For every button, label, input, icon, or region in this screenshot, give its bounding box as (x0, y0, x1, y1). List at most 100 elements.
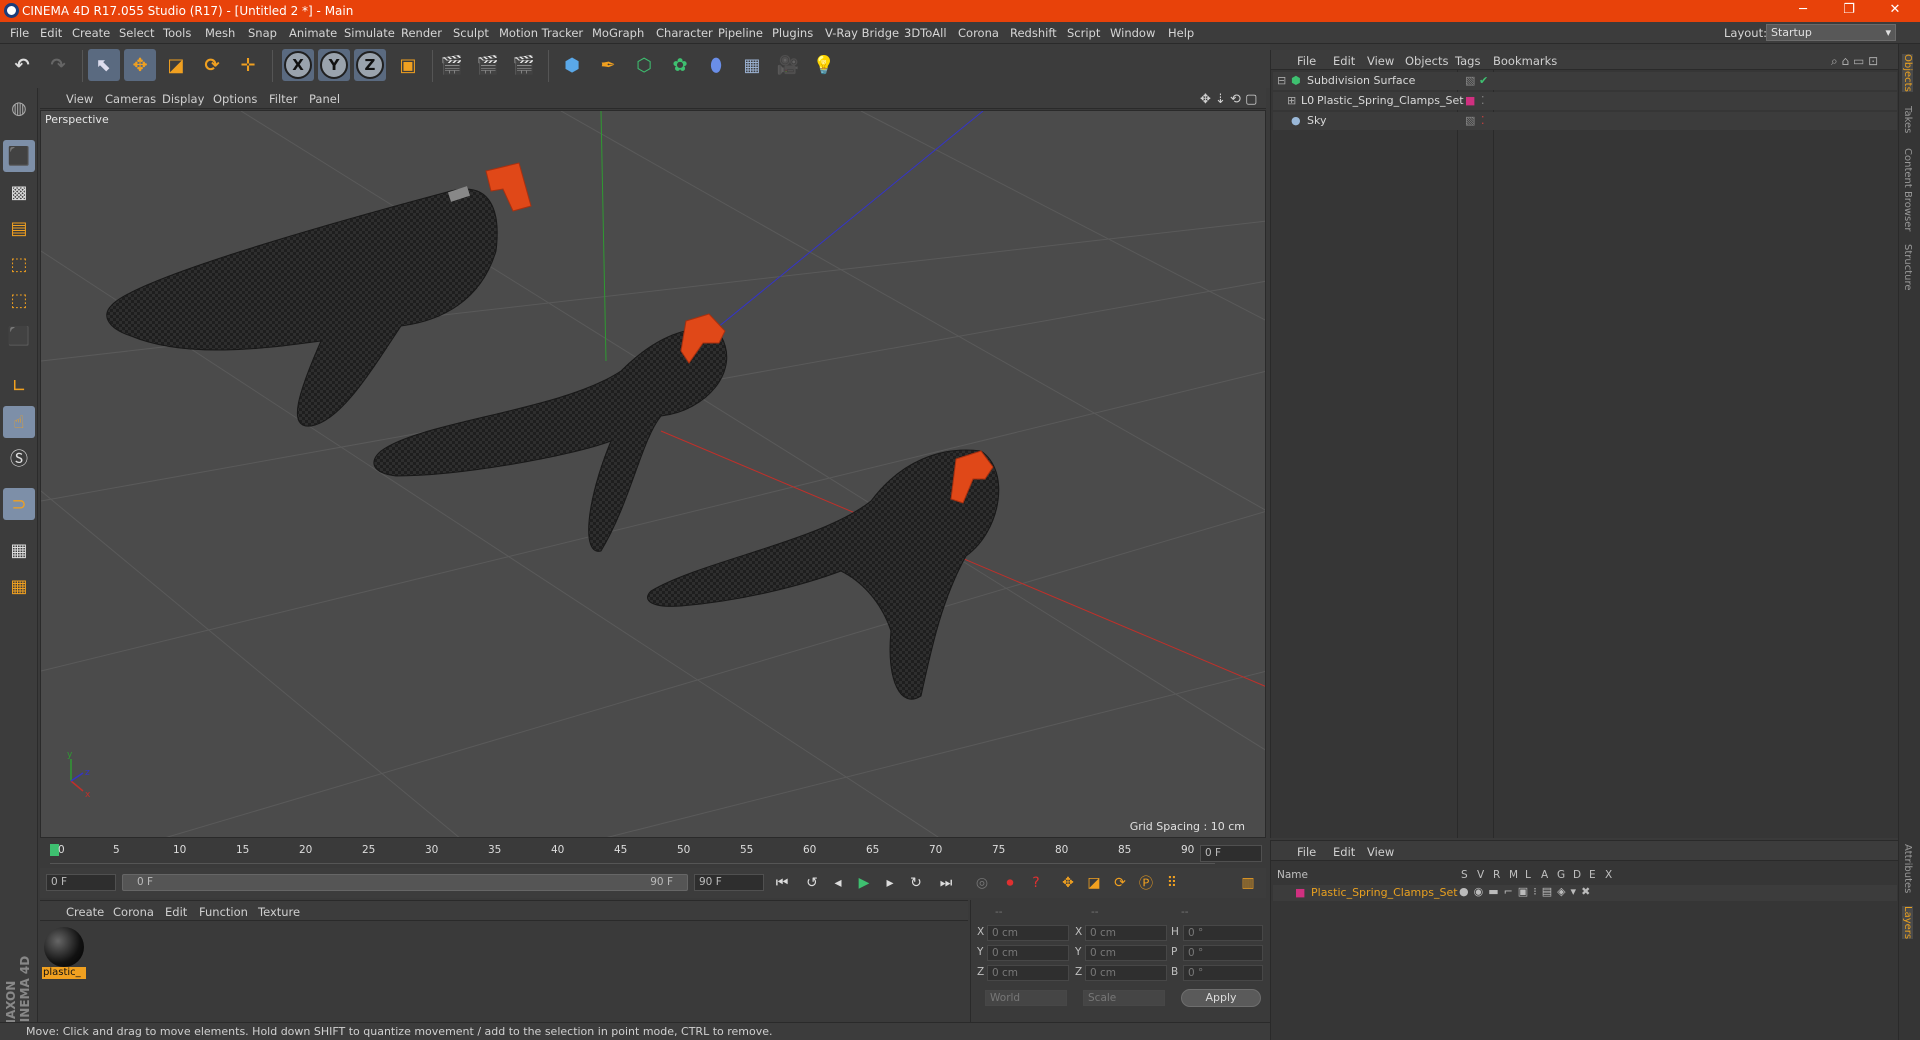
magnet-icon[interactable]: ⊃ (3, 488, 35, 520)
menu-pipeline[interactable]: Pipeline (718, 26, 763, 40)
object-search-icons[interactable]: ⌕ ⌂ ▭ ⊡ (1831, 54, 1878, 69)
material-menu-edit[interactable]: Edit (165, 905, 187, 919)
menu-render[interactable]: Render (401, 26, 442, 40)
spring-clamp-3[interactable] (647, 449, 1000, 700)
object-row-subdivision-surface[interactable]: ⊟ ⬢ Subdivision Surface ▧ ✔ (1273, 72, 1897, 90)
menu-corona[interactable]: Corona (958, 26, 999, 40)
visibility-icon[interactable]: ▧ (1465, 74, 1475, 87)
go-to-start-icon[interactable]: ⏮ (770, 872, 794, 894)
visibility-icon[interactable]: ▧ (1465, 114, 1475, 127)
autokey-icon[interactable]: ? (1024, 872, 1048, 894)
material-menu-corona[interactable]: Corona (113, 905, 154, 919)
play-icon[interactable]: ▶ (852, 872, 876, 894)
prev-key-icon[interactable]: ↺ (800, 872, 824, 894)
menu-mesh[interactable]: Mesh (205, 26, 235, 40)
timeline-ruler[interactable]: 0 5 10 15 20 25 30 35 40 45 50 55 60 65 … (40, 842, 1266, 866)
key-rotation-icon[interactable]: ⟳ (1108, 872, 1132, 894)
object-menu-bookmarks[interactable]: Bookmarks (1493, 54, 1557, 68)
polygons-mode-icon[interactable]: ⬛ (3, 320, 35, 352)
visibility-dots-icon[interactable]: ⁚ (1481, 94, 1485, 107)
menu-help[interactable]: Help (1168, 26, 1194, 40)
light-icon[interactable]: 💡 (808, 49, 840, 81)
axis-mode-icon[interactable]: ∟ (3, 370, 35, 402)
menu-sculpt[interactable]: Sculpt (453, 26, 489, 40)
menu-edit[interactable]: Edit (40, 26, 62, 40)
menu-character[interactable]: Character (656, 26, 713, 40)
viewport-menu-view[interactable]: View (66, 92, 93, 106)
object-menu-tags[interactable]: Tags (1455, 54, 1480, 68)
expand-icon[interactable]: ⊞ (1287, 94, 1296, 107)
tab-structure[interactable]: Structure (1902, 244, 1913, 291)
timeline-window-icon[interactable]: ▥ (1236, 872, 1260, 894)
menu-animate[interactable]: Animate (289, 26, 337, 40)
floor-object-icon[interactable]: ▦ (736, 49, 768, 81)
coordinate-system-button[interactable]: ▣ (392, 49, 424, 81)
menu-3dtoall[interactable]: 3DToAll (904, 26, 947, 40)
material-swatch[interactable]: plastic_ (42, 925, 86, 979)
material-menu-texture[interactable]: Texture (258, 905, 300, 919)
tweak-mode-icon[interactable]: ☝ (3, 406, 35, 438)
snap-icon[interactable]: Ⓢ (3, 442, 35, 474)
rotation-h-field[interactable]: 0 ° (1183, 925, 1263, 941)
cube-object-icon[interactable]: ⬢ (556, 49, 588, 81)
record-icon[interactable]: ⏺ (998, 872, 1022, 894)
next-key-icon[interactable]: ↻ (904, 872, 928, 894)
end-frame-field[interactable]: 90 F (694, 874, 764, 891)
menu-motion-tracker[interactable]: Motion Tracker (499, 26, 583, 40)
menu-select[interactable]: Select (119, 26, 154, 40)
restore-button[interactable]: ❐ (1834, 2, 1864, 20)
subdivision-surface-icon[interactable]: ⬡ (628, 49, 660, 81)
layer-flag-icons[interactable]: ●◉▬⌐▣⁝▤◈▾✖ (1459, 885, 1595, 898)
size-z-field[interactable]: 0 cm (1085, 965, 1167, 981)
viewport-menu-display[interactable]: Display (162, 92, 204, 106)
tab-takes[interactable]: Takes (1902, 106, 1913, 133)
make-editable-icon[interactable]: ◍ (3, 92, 35, 124)
position-z-field[interactable]: 0 cm (987, 965, 1069, 981)
object-row-sky[interactable]: ● Sky ▧ ⁚ (1273, 112, 1897, 130)
object-menu-file[interactable]: File (1297, 54, 1316, 68)
material-menu-create[interactable]: Create (66, 905, 104, 919)
apply-button[interactable]: Apply (1181, 989, 1261, 1007)
render-picture-viewer-button[interactable]: 🎬 (472, 49, 504, 81)
key-parameter-icon[interactable]: Ⓟ (1134, 872, 1158, 894)
workplane-icon[interactable]: ▦ (3, 570, 35, 602)
layer-row[interactable]: ■ Plastic_Spring_Clamps_Set ●◉▬⌐▣⁝▤◈▾✖ (1273, 885, 1897, 901)
render-settings-button[interactable]: 🎬 (508, 49, 540, 81)
tab-layers[interactable]: Layers (1902, 906, 1913, 940)
start-frame-field[interactable]: 0 F (46, 874, 116, 891)
collapse-icon[interactable]: ⊟ (1277, 74, 1286, 87)
move-tool-button[interactable]: ✥ (124, 49, 156, 81)
rotate-tool-button[interactable]: ⟳ (196, 49, 228, 81)
step-back-icon[interactable]: ◂ (826, 872, 850, 894)
layer-menu-file[interactable]: File (1297, 845, 1316, 859)
object-menu-objects[interactable]: Objects (1405, 54, 1448, 68)
object-menu-view[interactable]: View (1367, 54, 1394, 68)
deformer-icon[interactable]: ⬮ (700, 49, 732, 81)
model-mode-icon[interactable]: ⬛ (3, 140, 35, 172)
menu-vray-bridge[interactable]: V-Ray Bridge (825, 26, 899, 40)
recent-tool-button[interactable]: ✛ (232, 49, 264, 81)
menu-create[interactable]: Create (72, 26, 110, 40)
tab-content-browser[interactable]: Content Browser (1902, 148, 1913, 231)
cloner-icon[interactable]: ✿ (664, 49, 696, 81)
points-mode-icon[interactable]: ⬚ (3, 248, 35, 280)
x-axis-button[interactable]: X (282, 49, 314, 81)
camera-icon[interactable]: 🎥 (772, 49, 804, 81)
go-to-end-icon[interactable]: ⏭ (934, 872, 958, 894)
size-y-field[interactable]: 0 cm (1085, 945, 1167, 961)
live-selection-button[interactable]: ⬉ (88, 49, 120, 81)
menu-tools[interactable]: Tools (163, 26, 191, 40)
position-x-field[interactable]: 0 cm (987, 925, 1069, 941)
visibility-dots-icon[interactable]: ⁚ (1481, 114, 1485, 127)
minimize-button[interactable]: ─ (1788, 2, 1818, 20)
workplane-mode-icon[interactable]: ▤ (3, 212, 35, 244)
layer-menu-view[interactable]: View (1367, 845, 1394, 859)
viewport-menu-panel[interactable]: Panel (309, 92, 340, 106)
menu-plugins[interactable]: Plugins (772, 26, 813, 40)
menu-mograph[interactable]: MoGraph (592, 26, 644, 40)
size-x-field[interactable]: 0 cm (1085, 925, 1167, 941)
step-forward-icon[interactable]: ▸ (878, 872, 902, 894)
edges-mode-icon[interactable]: ⬚ (3, 284, 35, 316)
menu-file[interactable]: File (10, 26, 29, 40)
layer-menu-edit[interactable]: Edit (1333, 845, 1355, 859)
